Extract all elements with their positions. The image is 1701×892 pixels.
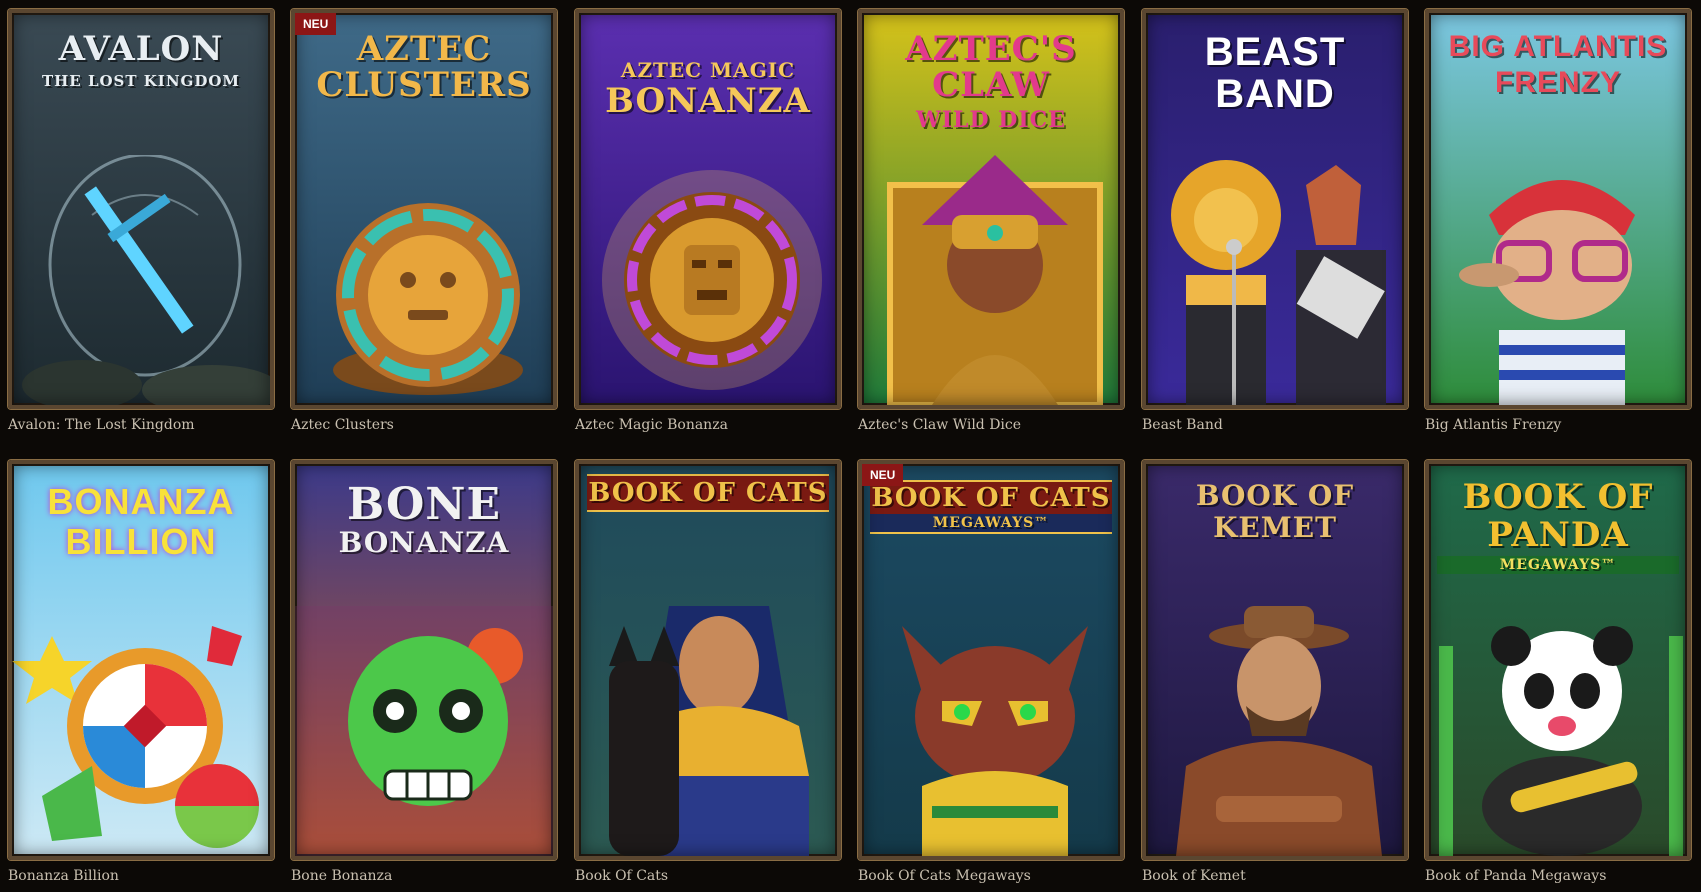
game-tile[interactable]: AVALON THE LOST KINGDOM Avalon: The Lost … — [8, 9, 274, 433]
game-thumbnail[interactable]: AZTEC MAGIC BONANZA — [575, 9, 841, 409]
game-logo: BOOK OF PANDA MEGAWAYS™ — [1437, 478, 1679, 574]
game-tile[interactable]: BIG ATLANTIS FRENZY Big Atlantis Frenzy — [1425, 9, 1691, 433]
game-logo: AZTEC MAGIC BONANZA — [605, 58, 811, 121]
game-thumbnail[interactable]: BOOK OF PANDA MEGAWAYS™ — [1425, 460, 1691, 860]
green-skull-icon — [295, 606, 553, 856]
game-title[interactable]: Aztec Clusters — [291, 417, 557, 433]
game-logo: AZTEC CLUSTERS — [316, 29, 532, 105]
game-thumbnail[interactable]: BONANZA BILLION — [8, 460, 274, 860]
game-title[interactable]: Book Of Cats — [575, 868, 841, 884]
game-tile[interactable]: NEU AZTEC CLUSTERS Aztec Clusters — [291, 9, 557, 433]
game-title[interactable]: Bone Bonanza — [291, 868, 557, 884]
game-tile[interactable]: AZTEC'S CLAW WILD DICE Aztec's Claw Wild … — [858, 9, 1124, 433]
game-thumbnail[interactable]: BOOK OF CATS — [575, 460, 841, 860]
game-tile[interactable]: BOOK OF PANDA MEGAWAYS™ Book of Panda Meg… — [1425, 460, 1691, 884]
sword-icon — [22, 155, 270, 405]
game-title[interactable]: Book of Panda Megaways — [1425, 868, 1691, 884]
game-thumbnail[interactable]: AZTEC'S CLAW WILD DICE — [858, 9, 1124, 409]
game-logo: BIG ATLANTIS FRENZY — [1448, 30, 1668, 99]
game-logo: AZTEC'S CLAW WILD DICE — [905, 29, 1077, 133]
egyptian-queen-cat-icon — [609, 606, 809, 856]
game-logo: BOOK OF KEMET — [1195, 479, 1355, 544]
cartoon-sailor-icon — [1459, 180, 1635, 405]
aztec-warrior-woman-icon — [887, 155, 1103, 405]
game-title[interactable]: Book Of Cats Megaways — [858, 868, 1124, 884]
game-thumbnail[interactable]: BEAST BAND — [1142, 9, 1408, 409]
game-title[interactable]: Avalon: The Lost Kingdom — [8, 417, 274, 433]
game-logo: BONE BONANZA — [338, 479, 510, 559]
golden-medallion-icon — [602, 170, 822, 390]
new-badge: NEU — [862, 464, 904, 486]
game-tile[interactable]: AZTEC MAGIC BONANZA Aztec Magic Bonanza — [575, 9, 841, 433]
candy-clover-icon — [12, 626, 259, 848]
new-badge: NEU — [295, 13, 337, 35]
game-logo: AVALON THE LOST KINGDOM — [41, 29, 241, 90]
game-grid: AVALON THE LOST KINGDOM Avalon: The Lost … — [0, 0, 1701, 892]
golden-mask-disc-icon — [333, 203, 523, 395]
game-thumbnail[interactable]: AVALON THE LOST KINGDOM — [8, 9, 274, 409]
game-thumbnail[interactable]: BIG ATLANTIS FRENZY — [1425, 9, 1691, 409]
game-title[interactable]: Book of Kemet — [1142, 868, 1408, 884]
game-tile[interactable]: BONANZA BILLION Bonanza Billion — [8, 460, 274, 884]
game-thumbnail[interactable]: BONE BONANZA — [291, 460, 557, 860]
game-thumbnail[interactable]: BOOK OF KEMET — [1142, 460, 1408, 860]
game-tile[interactable]: BONE BONANZA Bone Bonanza — [291, 460, 557, 884]
panda-icon — [1439, 626, 1683, 856]
cowboy-explorer-icon — [1176, 606, 1382, 856]
lion-singer-icon — [1171, 160, 1386, 405]
game-logo: BOOK OF CATS — [587, 474, 829, 512]
egyptian-cat-icon — [902, 626, 1088, 856]
game-logo: BEAST BAND — [1204, 30, 1346, 116]
game-title[interactable]: Aztec Magic Bonanza — [575, 417, 841, 433]
game-tile[interactable]: BEAST BAND Beast Band — [1142, 9, 1408, 433]
game-tile[interactable]: BOOK OF KEMET Book of Kemet — [1142, 460, 1408, 884]
game-title[interactable]: Beast Band — [1142, 417, 1408, 433]
game-title[interactable]: Aztec's Claw Wild Dice — [858, 417, 1124, 433]
game-title[interactable]: Big Atlantis Frenzy — [1425, 417, 1691, 433]
game-title[interactable]: Bonanza Billion — [8, 868, 274, 884]
game-tile[interactable]: BOOK OF CATS Book Of Cats — [575, 460, 841, 884]
game-tile[interactable]: NEU BOOK OF CATS MEGAWAYS™ Book Of Cats M… — [858, 460, 1124, 884]
game-logo: BOOK OF CATS MEGAWAYS™ — [870, 480, 1112, 534]
game-logo: BONANZA BILLION — [47, 481, 235, 562]
game-thumbnail[interactable]: NEU BOOK OF CATS MEGAWAYS™ — [858, 460, 1124, 860]
game-thumbnail[interactable]: NEU AZTEC CLUSTERS — [291, 9, 557, 409]
